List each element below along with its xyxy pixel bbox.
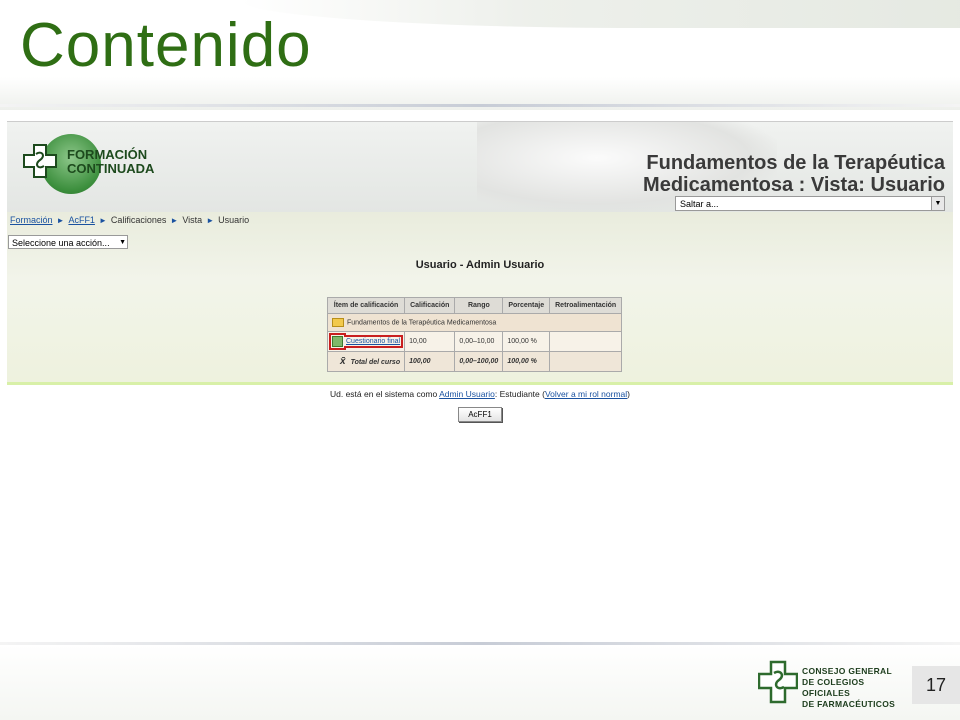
course-button[interactable]: AcFF1 bbox=[458, 407, 502, 422]
total-row: x̄ Total del curso 100,00 0,00–100,00 100… bbox=[326, 351, 623, 372]
category-name: Fundamentos de la Terapéutica Medicament… bbox=[347, 319, 497, 327]
total-range: 0,00–100,00 bbox=[454, 351, 504, 372]
formacion-continuada-logo: FORMACIÓN CONTINUADA bbox=[23, 134, 163, 194]
grades-table: Ítem de calificación Calificación Rango … bbox=[326, 297, 623, 372]
col-header-feedback: Retroalimentación bbox=[549, 297, 623, 314]
col-header-grade: Calificación bbox=[404, 297, 456, 314]
user-profile-link[interactable]: Admin Usuario bbox=[439, 389, 495, 399]
breadcrumb: Formación ► AcFF1 ► Calificaciones ► Vista ► Usu… bbox=[10, 215, 249, 225]
breadcrumb-vista: Vista bbox=[182, 215, 203, 225]
logo-text: FORMACIÓN CONTINUADA bbox=[67, 147, 155, 176]
mean-symbol-icon: x̄ bbox=[340, 356, 346, 367]
breadcrumb-arrow-icon: ► bbox=[56, 216, 65, 225]
slide-title: Contenido bbox=[20, 11, 312, 80]
col-header-item: Ítem de calificación bbox=[326, 297, 406, 314]
total-label: Total del curso bbox=[350, 359, 401, 366]
breadcrumb-arrow-icon: ► bbox=[206, 216, 215, 225]
total-percent: 100,00 % bbox=[502, 351, 551, 372]
breadcrumb-usuario: Usuario bbox=[218, 215, 250, 225]
breadcrumb-acff1[interactable]: AcFF1 bbox=[68, 215, 95, 225]
item-grade: 10,00 bbox=[404, 331, 456, 352]
folder-icon bbox=[332, 318, 344, 327]
item-range: 0,00–10,00 bbox=[454, 331, 504, 352]
course-title: Fundamentos de la Terapéutica Medicament… bbox=[643, 152, 945, 196]
category-row: Fundamentos de la Terapéutica Medicament… bbox=[326, 313, 623, 332]
org-name: CONSEJO GENERAL DE COLEGIOS OFICIALES DE… bbox=[802, 666, 896, 709]
breadcrumb-arrow-icon: ► bbox=[170, 216, 179, 225]
return-role-link[interactable]: Volver a mi rol normal bbox=[545, 389, 627, 399]
dropdown-arrow-icon: ▼ bbox=[119, 239, 126, 246]
course-banner: FORMACIÓN CONTINUADA Fundamentos de la T… bbox=[7, 122, 953, 212]
page-heading: Usuario - Admin Usuario bbox=[415, 259, 545, 271]
quiz-icon bbox=[332, 336, 343, 347]
breadcrumb-arrow-icon: ► bbox=[98, 216, 107, 225]
dropdown-arrow-icon: ▼ bbox=[931, 197, 944, 210]
col-header-range: Rango bbox=[454, 297, 504, 314]
top-separator bbox=[0, 104, 960, 107]
breadcrumb-formacion[interactable]: Formación bbox=[10, 215, 53, 225]
highlight-box: Cuestionario final bbox=[328, 335, 404, 349]
item-feedback bbox=[549, 331, 623, 352]
cgcof-logo: CONSEJO GENERAL DE COLEGIOS OFICIALES DE… bbox=[758, 660, 908, 709]
jump-to-select[interactable]: Saltar a... ▼ bbox=[675, 196, 945, 211]
action-select[interactable]: Seleccione una acción... ▼ bbox=[8, 235, 128, 249]
quiz-link[interactable]: Cuestionario final bbox=[346, 338, 400, 345]
pharmacy-cross-icon bbox=[758, 660, 798, 704]
moodle-screenshot: FORMACIÓN CONTINUADA Fundamentos de la T… bbox=[7, 121, 953, 427]
page-number: 17 bbox=[912, 666, 960, 704]
total-grade: 100,00 bbox=[404, 351, 456, 372]
pharmacy-cross-icon bbox=[23, 144, 57, 178]
content-area: Formación ► AcFF1 ► Calificaciones ► Vista ► Usu… bbox=[7, 212, 953, 385]
col-header-percent: Porcentaje bbox=[502, 297, 551, 314]
item-percent: 100,00 % bbox=[502, 331, 551, 352]
table-header-row: Ítem de calificación Calificación Rango … bbox=[326, 297, 623, 314]
table-row: Cuestionario final 10,00 0,00–10,00 100,… bbox=[326, 331, 623, 352]
breadcrumb-calificaciones: Calificaciones bbox=[110, 215, 167, 225]
login-info: Ud. está en el sistema como Admin Usuari… bbox=[329, 389, 631, 399]
